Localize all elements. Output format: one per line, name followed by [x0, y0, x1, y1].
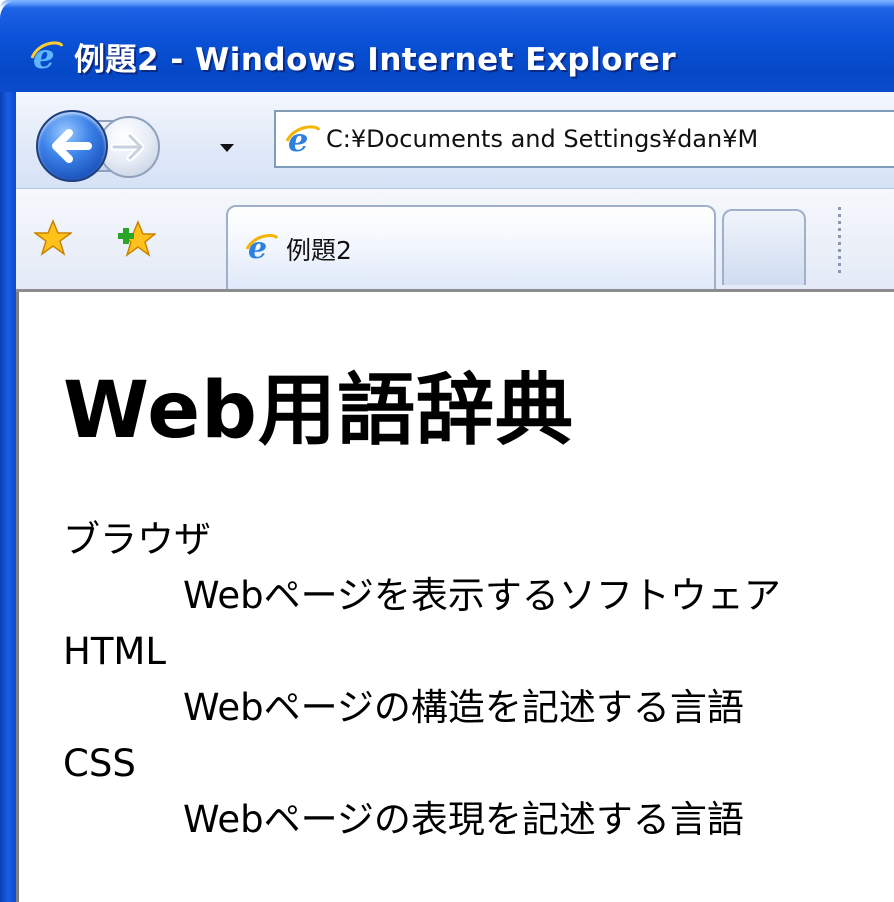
description-browser: Webページを表示するソフトウェア — [183, 574, 781, 617]
add-favorite-icon[interactable] — [116, 219, 156, 259]
title-bar[interactable]: e 例題2 - Windows Internet Explorer — [0, 0, 894, 92]
recent-pages-dropdown-icon[interactable] — [220, 144, 234, 152]
new-tab-button[interactable] — [722, 209, 806, 285]
term-browser: ブラウザ — [63, 518, 211, 561]
back-arrow-icon — [52, 129, 92, 163]
forward-arrow-icon — [110, 132, 145, 162]
term-html: HTML — [63, 630, 166, 673]
window-frame-left — [0, 92, 16, 902]
tab-bar: e 例題2 — [16, 189, 894, 292]
term-css: CSS — [63, 742, 136, 785]
page-content: Web用語辞典 ブラウザ Webページを表示するソフトウェア HTML Webペ… — [16, 292, 894, 902]
tab-rei-dai-2[interactable]: e 例題2 — [226, 205, 716, 289]
address-bar[interactable]: e C:¥Documents and Settings¥dan¥M — [274, 110, 894, 168]
description-html: Webページの構造を記述する言語 — [183, 686, 744, 729]
tab-label: 例題2 — [286, 236, 352, 265]
page-heading: Web用語辞典 — [63, 366, 574, 456]
address-text[interactable]: C:¥Documents and Settings¥dan¥M — [326, 125, 758, 153]
page-ie-icon: e — [286, 122, 320, 156]
definition-list: ブラウザ Webページを表示するソフトウェア HTML Webページの構造を記述… — [63, 512, 781, 848]
tab-ie-icon: e — [246, 231, 278, 263]
window-title: 例題2 - Windows Internet Explorer — [74, 42, 677, 78]
toolbar-separator — [838, 207, 841, 277]
description-css: Webページの表現を記述する言語 — [183, 798, 744, 841]
favorites-star-icon[interactable] — [34, 219, 72, 257]
ie-logo-icon: e — [30, 38, 64, 72]
back-button[interactable] — [36, 110, 108, 182]
browser-window: e 例題2 - Windows Internet Explorer e C:¥D… — [0, 0, 894, 902]
navigation-bar: e C:¥Documents and Settings¥dan¥M — [16, 92, 894, 189]
